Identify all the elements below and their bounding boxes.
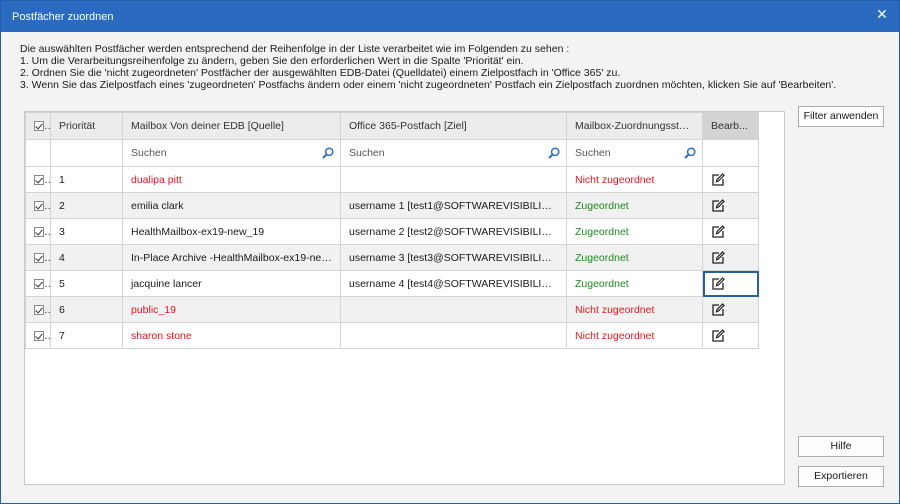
export-button[interactable]: Exportieren — [798, 466, 884, 487]
instructions: Die auswählten Postfächer werden entspre… — [20, 43, 880, 91]
checkbox-checked-icon — [34, 121, 44, 132]
edit-icon — [712, 250, 725, 264]
table-row[interactable]: 6 public_19 Nicht zugeordnet — [25, 296, 759, 323]
mapping-status-cell: Nicht zugeordnet — [566, 166, 703, 193]
column-header-edit[interactable]: Bearb... — [702, 112, 759, 140]
mapping-dialog: Postfächer zuordnen ✕ Die auswählten Pos… — [0, 0, 900, 504]
column-header-priority[interactable]: Priorität — [50, 112, 123, 140]
search-input-target[interactable] — [349, 147, 529, 159]
checkbox-checked-icon — [34, 252, 44, 263]
instruction-line: 1. Um die Verarbeitungsreihenfolge zu än… — [20, 55, 524, 67]
mapping-status-cell: Zugeordnet — [566, 270, 703, 297]
checkbox-checked-icon — [34, 278, 44, 289]
source-mailbox-cell: In-Place Archive -HealthMailbox-ex19-new… — [122, 244, 341, 271]
title-bar: Postfächer zuordnen ✕ — [1, 1, 899, 32]
table-row[interactable]: 4 In-Place Archive -HealthMailbox-ex19-ne… — [25, 244, 759, 271]
instruction-line: 2. Ordnen Sie die 'nicht zugeordneten' P… — [20, 67, 621, 79]
edit-icon — [712, 224, 725, 238]
help-button[interactable]: Hilfe — [798, 436, 884, 457]
row-checkbox[interactable] — [25, 322, 51, 349]
target-mailbox-cell: username 4 [test4@SOFTWAREVISIBILITY.C..… — [340, 270, 567, 297]
source-mailbox-cell: public_19 — [122, 296, 341, 323]
column-header-target[interactable]: Office 365-Postfach [Ziel] — [340, 112, 567, 140]
mapping-status-cell: Nicht zugeordnet — [566, 296, 703, 323]
instruction-line: Die auswählten Postfächer werden entspre… — [20, 43, 570, 55]
checkbox-checked-icon — [34, 174, 44, 185]
search-cell-source — [122, 139, 341, 167]
column-header-source[interactable]: Mailbox Von deiner EDB [Quelle] — [122, 112, 341, 140]
row-checkbox[interactable] — [25, 192, 51, 219]
target-mailbox-cell: username 2 [test2@SOFTWAREVISIBILITY.C..… — [340, 218, 567, 245]
target-mailbox-cell — [340, 166, 567, 193]
close-icon[interactable]: ✕ — [871, 4, 893, 24]
row-checkbox[interactable] — [25, 218, 51, 245]
mapping-status-cell: Zugeordnet — [566, 192, 703, 219]
edit-icon — [712, 302, 725, 316]
edit-icon — [712, 198, 725, 212]
edit-button[interactable] — [702, 322, 759, 349]
edit-icon — [712, 328, 725, 342]
target-mailbox-cell — [340, 322, 567, 349]
priority-cell[interactable]: 1 — [50, 166, 123, 193]
row-checkbox[interactable] — [25, 270, 51, 297]
edit-button[interactable] — [702, 166, 759, 193]
edit-icon — [712, 172, 725, 186]
edit-icon — [712, 276, 725, 290]
source-mailbox-cell: sharon stone — [122, 322, 341, 349]
checkbox-checked-icon — [34, 200, 44, 211]
column-header-status[interactable]: Mailbox-Zuordnungsstatus — [566, 112, 703, 140]
checkbox-checked-icon — [34, 304, 44, 315]
priority-cell[interactable]: 6 — [50, 296, 123, 323]
source-mailbox-cell: HealthMailbox-ex19-new_19 — [122, 218, 341, 245]
search-icon[interactable] — [684, 147, 696, 159]
search-icon[interactable] — [548, 147, 560, 159]
edit-button[interactable] — [702, 192, 759, 219]
edit-button[interactable] — [702, 296, 759, 323]
apply-filter-button[interactable]: Filter anwenden — [798, 106, 884, 127]
edit-button[interactable] — [702, 218, 759, 245]
search-input-source[interactable] — [131, 147, 311, 159]
table-row[interactable]: 3 HealthMailbox-ex19-new_19 username 2 [te… — [25, 218, 759, 245]
target-mailbox-cell: username 1 [test1@SOFTWAREVISIBILITY.C..… — [340, 192, 567, 219]
search-cell-status — [566, 139, 703, 167]
search-input-status[interactable] — [575, 147, 675, 159]
table-row[interactable]: 2 emilia clark username 1 [test1@SOFTWAREV… — [25, 192, 759, 219]
row-checkbox[interactable] — [25, 296, 51, 323]
edit-button[interactable] — [702, 244, 759, 271]
checkbox-checked-icon — [34, 226, 44, 237]
priority-cell[interactable]: 4 — [50, 244, 123, 271]
checkbox-checked-icon — [34, 330, 44, 341]
search-row — [25, 139, 759, 167]
row-checkbox[interactable] — [25, 244, 51, 271]
source-mailbox-cell: emilia clark — [122, 192, 341, 219]
source-mailbox-cell: dualipa pitt — [122, 166, 341, 193]
select-all-checkbox[interactable] — [25, 112, 51, 140]
priority-cell[interactable]: 3 — [50, 218, 123, 245]
search-cell-target — [340, 139, 567, 167]
mapping-status-cell: Zugeordnet — [566, 244, 703, 271]
table-row[interactable]: 5 jacquine lancer username 4 [test4@SOFTWA… — [25, 270, 759, 297]
priority-cell[interactable]: 7 — [50, 322, 123, 349]
priority-cell[interactable]: 5 — [50, 270, 123, 297]
target-mailbox-cell — [340, 296, 567, 323]
table-row[interactable]: 1 dualipa pitt Nicht zugeordnet — [25, 166, 759, 193]
target-mailbox-cell: username 3 [test3@SOFTWAREVISIBILITY.C..… — [340, 244, 567, 271]
priority-cell[interactable]: 2 — [50, 192, 123, 219]
window-title: Postfächer zuordnen — [12, 11, 114, 23]
mailbox-grid: Priorität Mailbox Von deiner EDB [Quelle… — [24, 111, 785, 485]
instruction-line: 3. Wenn Sie das Zielpostfach eines 'zuge… — [20, 79, 837, 91]
source-mailbox-cell: jacquine lancer — [122, 270, 341, 297]
search-icon[interactable] — [322, 147, 334, 159]
edit-button[interactable] — [702, 270, 759, 297]
row-checkbox[interactable] — [25, 166, 51, 193]
mapping-status-cell: Zugeordnet — [566, 218, 703, 245]
mapping-status-cell: Nicht zugeordnet — [566, 322, 703, 349]
table-row[interactable]: 7 sharon stone Nicht zugeordnet — [25, 322, 759, 349]
